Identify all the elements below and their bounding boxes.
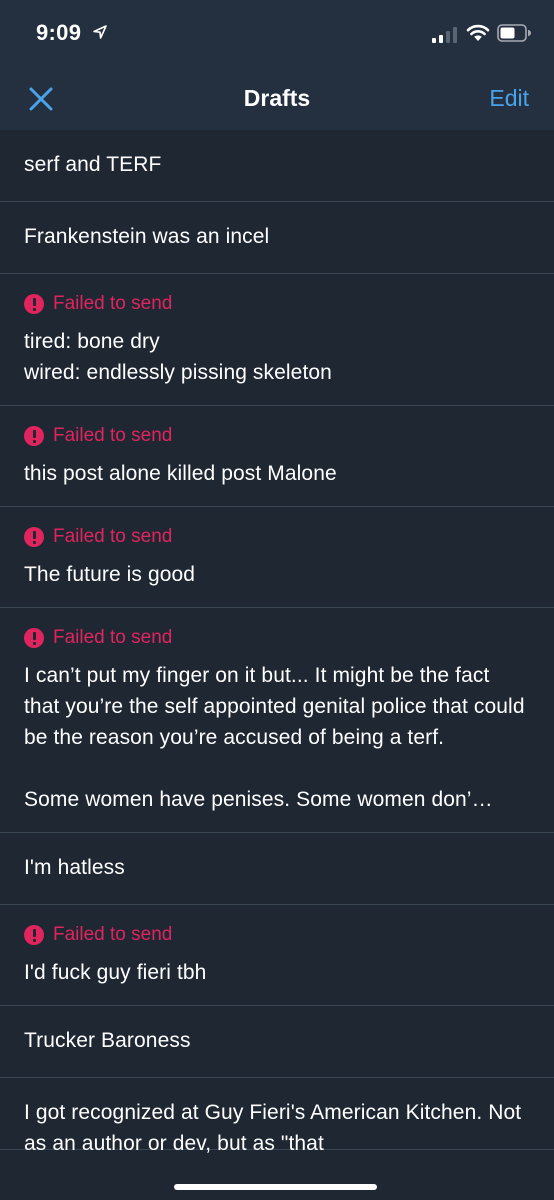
error-icon [24,628,44,648]
draft-text: I'm hatless [24,856,125,879]
failed-status: Failed to send [24,626,530,650]
draft-text: The future is good [24,563,196,586]
drafts-list: serf and TERF Frankenstein was an incel Fa… [0,130,554,1155]
draft-text: I'd fuck guy fieri tbh [24,961,207,984]
error-icon [24,925,44,945]
status-bar: 9:09 [0,0,554,70]
cellular-signal-icon [432,27,457,43]
failed-status: Failed to send [24,525,530,549]
draft-item[interactable]: I'm hatless [0,833,554,905]
status-time: 9:09 [36,20,82,45]
failed-status-label: Failed to send [53,924,173,945]
draft-item[interactable]: serf and TERF [0,130,554,202]
draft-text: serf and TERF [24,153,162,176]
error-icon [24,426,44,446]
error-icon [24,294,44,314]
draft-text: tired: bone dry wired: endlessly pissing… [24,330,332,384]
battery-icon [497,24,531,42]
page-title: Drafts [243,85,311,111]
draft-item[interactable]: Failed to send The future is good [0,507,554,608]
error-icon [24,527,44,547]
wifi-icon [466,24,490,41]
location-arrow-icon [93,25,107,39]
draft-text: Frankenstein was an incel [24,225,270,248]
draft-item[interactable]: Failed to send tired: bone dry wired: end… [0,274,554,406]
failed-status-label: Failed to send [53,293,173,314]
draft-item[interactable]: Trucker Baroness [0,1006,554,1078]
edit-button[interactable]: Edit [489,85,529,112]
failed-status-label: Failed to send [53,627,173,648]
draft-text: this post alone killed post Malone [24,462,337,485]
draft-text: Trucker Baroness [24,1029,191,1052]
nav-bar: Drafts Edit [0,70,554,130]
draft-text: I got recognized at Guy Fieri's American… [24,1101,528,1155]
draft-item[interactable]: Frankenstein was an incel [0,202,554,274]
draft-text: I can’t put my finger on it but... It mi… [24,664,525,811]
failed-status: Failed to send [24,923,530,947]
draft-item[interactable]: Failed to send this post alone killed pos… [0,406,554,507]
failed-status: Failed to send [24,424,530,448]
failed-status-label: Failed to send [53,425,173,446]
draft-item[interactable]: Failed to send I can’t put my finger on i… [0,608,554,833]
draft-item[interactable]: I got recognized at Guy Fieri's American… [0,1078,554,1155]
failed-status: Failed to send [24,292,530,316]
home-indicator[interactable] [174,1184,377,1190]
draft-item[interactable]: Failed to send I'd fuck guy fieri tbh [0,905,554,1006]
failed-status-label: Failed to send [53,526,173,547]
